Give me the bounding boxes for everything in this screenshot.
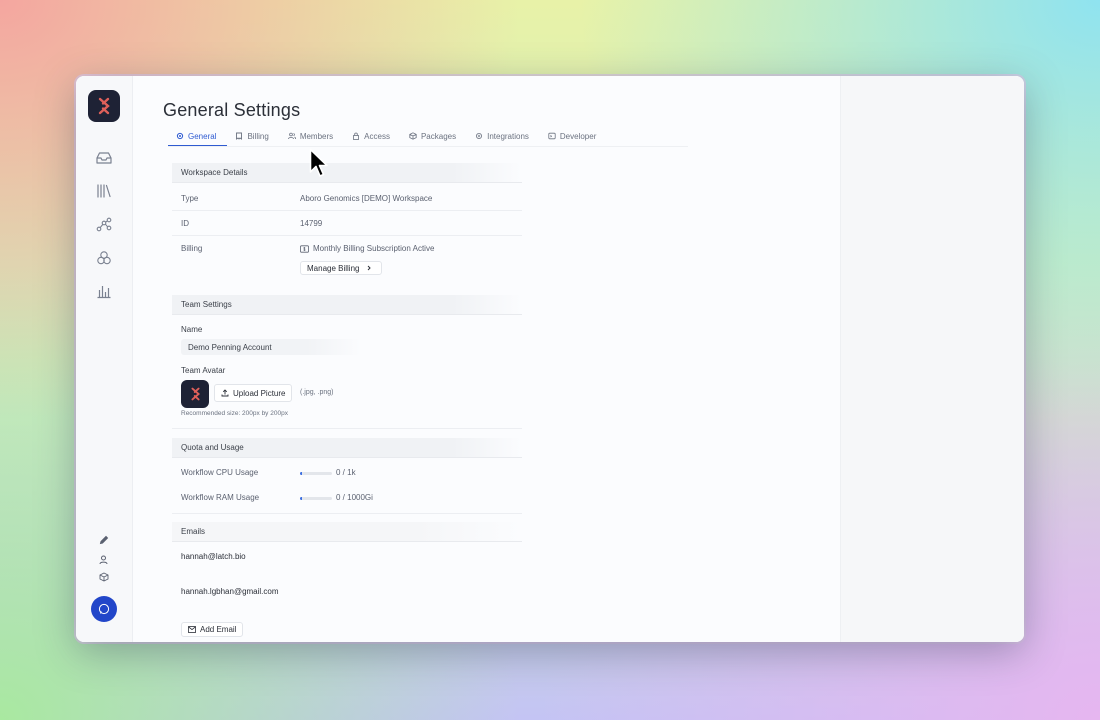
package-icon bbox=[409, 132, 417, 140]
chat-button[interactable] bbox=[91, 596, 117, 622]
billing-status-icon bbox=[300, 244, 309, 253]
tab-label: Billing bbox=[247, 131, 269, 141]
mail-icon bbox=[188, 626, 196, 633]
registry-icon[interactable] bbox=[94, 248, 114, 268]
settings-tabs: General Billing Members Access Packages … bbox=[168, 126, 607, 147]
tab-label: General bbox=[188, 131, 217, 141]
tab-billing[interactable]: Billing bbox=[227, 126, 279, 146]
type-label: Type bbox=[181, 194, 199, 203]
tab-label: Developer bbox=[559, 131, 597, 141]
tab-label: Packages bbox=[420, 131, 457, 141]
ram-usage-value: 0 / 1000Gi bbox=[336, 493, 373, 502]
tab-label: Integrations bbox=[487, 131, 529, 141]
chat-icon bbox=[98, 603, 110, 615]
tab-general[interactable]: General bbox=[168, 126, 228, 147]
user-settings-icon[interactable] bbox=[98, 554, 110, 566]
team-avatar bbox=[181, 380, 209, 408]
pencil-icon[interactable] bbox=[98, 534, 110, 546]
upload-picture-button[interactable]: Upload Picture bbox=[214, 384, 293, 402]
billing-status: Monthly Billing Subscription Active bbox=[300, 244, 434, 253]
billing-status-text: Monthly Billing Subscription Active bbox=[313, 244, 435, 253]
users-icon bbox=[287, 132, 296, 140]
code-icon bbox=[548, 132, 556, 140]
email-item: hannah.lgbhan@gmail.com bbox=[181, 587, 279, 596]
right-panel bbox=[840, 76, 1024, 642]
gear-icon bbox=[176, 132, 184, 140]
cpu-usage-fill bbox=[300, 472, 302, 475]
divider bbox=[172, 210, 522, 211]
divider bbox=[172, 513, 522, 514]
logo-mark-icon bbox=[190, 387, 200, 401]
tabs-divider bbox=[168, 146, 688, 147]
billing-label: Billing bbox=[181, 244, 203, 253]
cpu-usage-label: Workflow CPU Usage bbox=[181, 468, 259, 477]
add-email-button[interactable]: Add Email bbox=[181, 622, 244, 637]
page-title: General Settings bbox=[163, 100, 301, 120]
type-value: Aboro Genomics [DEMO] Workspace bbox=[300, 194, 433, 203]
emails-header: Emails bbox=[172, 522, 522, 542]
add-email-label: Add Email bbox=[200, 625, 237, 634]
analytics-icon[interactable] bbox=[94, 281, 114, 301]
inbox-icon[interactable] bbox=[94, 148, 114, 168]
workflow-icon[interactable] bbox=[94, 215, 114, 235]
workspace-details-header: Workspace Details bbox=[172, 163, 522, 183]
ram-usage-bar bbox=[300, 497, 332, 500]
plug-icon bbox=[476, 133, 483, 139]
upload-icon bbox=[221, 389, 229, 397]
tab-developer[interactable]: Developer bbox=[540, 126, 607, 146]
chevron-right-icon bbox=[368, 265, 372, 271]
quota-header: Quota and Usage bbox=[172, 438, 522, 458]
id-label: ID bbox=[181, 219, 189, 228]
cpu-usage-bar bbox=[300, 472, 332, 475]
manage-billing-button[interactable]: Manage Billing bbox=[300, 261, 382, 275]
library-icon[interactable] bbox=[94, 181, 114, 201]
tab-access[interactable]: Access bbox=[344, 126, 401, 146]
team-settings-header: Team Settings bbox=[172, 295, 522, 315]
id-value: 14799 bbox=[300, 219, 323, 228]
tab-integrations[interactable]: Integrations bbox=[467, 126, 540, 146]
recommended-size-hint: Recommended size: 200px by 200px bbox=[181, 410, 288, 417]
app-logo[interactable] bbox=[88, 90, 120, 122]
tab-label: Access bbox=[364, 131, 390, 141]
logo-mark-icon bbox=[98, 97, 110, 115]
mouse-cursor-icon bbox=[309, 148, 328, 177]
ram-usage-label: Workflow RAM Usage bbox=[181, 493, 260, 502]
lock-icon bbox=[353, 132, 360, 140]
team-avatar-label: Team Avatar bbox=[181, 366, 226, 375]
receipt-icon bbox=[236, 132, 243, 140]
name-label: Name bbox=[181, 325, 203, 334]
upload-picture-label: Upload Picture bbox=[233, 388, 286, 398]
manage-billing-label: Manage Billing bbox=[307, 263, 360, 273]
package-icon[interactable] bbox=[98, 571, 110, 583]
tab-members[interactable]: Members bbox=[280, 126, 344, 146]
app-window: General Settings General Billing Members… bbox=[76, 76, 1024, 642]
team-name-input[interactable]: Demo Penning Account bbox=[181, 339, 361, 355]
upload-formats: (.jpg, .png) bbox=[300, 389, 334, 396]
tab-label: Members bbox=[299, 131, 334, 141]
divider bbox=[172, 235, 522, 236]
sidebar bbox=[76, 76, 133, 642]
cpu-usage-value: 0 / 1k bbox=[336, 468, 356, 477]
tab-packages[interactable]: Packages bbox=[401, 126, 467, 146]
email-item: hannah@latch.bio bbox=[181, 552, 246, 561]
settings-main: General Settings General Billing Members… bbox=[132, 76, 840, 642]
divider bbox=[172, 428, 522, 429]
ram-usage-fill bbox=[300, 497, 302, 500]
